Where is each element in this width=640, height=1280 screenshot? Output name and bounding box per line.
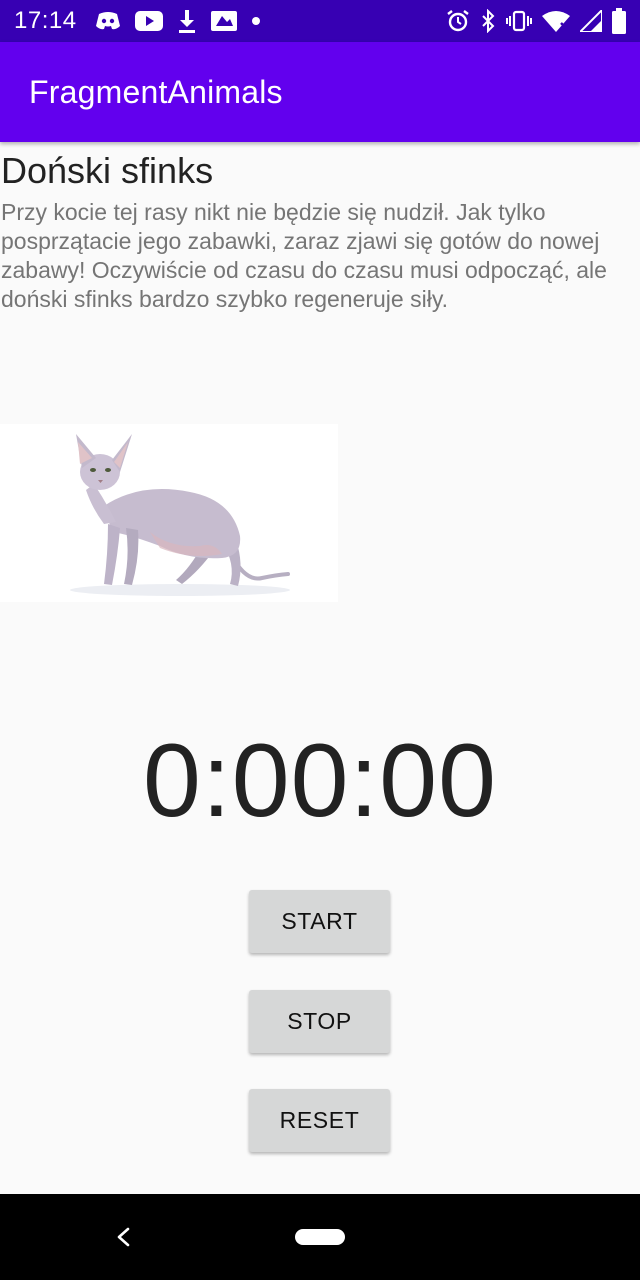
animal-name: Doński sfinks (1, 150, 214, 191)
app-title: FragmentAnimals (29, 73, 283, 110)
reset-button[interactable]: RESET (249, 1089, 390, 1152)
system-icons (446, 8, 626, 34)
signal-icon (580, 10, 602, 32)
dot-icon (251, 16, 261, 26)
battery-icon (612, 8, 626, 34)
wifi-icon (542, 10, 570, 32)
bluetooth-icon (480, 9, 496, 33)
stop-button[interactable]: STOP (249, 990, 390, 1053)
status-bar: 17:14 (0, 0, 640, 42)
app-screen: 17:14 FragmentAnimals Doński sfinks Przy… (0, 0, 640, 1280)
hairless-cat-illustration (0, 424, 338, 602)
youtube-icon (134, 11, 163, 31)
alarm-icon (446, 9, 470, 33)
download-icon (177, 9, 197, 33)
navigation-bar (0, 1194, 640, 1280)
status-time: 17:14 (14, 7, 77, 34)
animal-image (0, 424, 338, 602)
notification-icons (95, 9, 261, 33)
start-button[interactable]: START (249, 890, 390, 953)
vibrate-icon (506, 10, 532, 32)
back-icon[interactable] (108, 1220, 138, 1254)
news-icon (210, 10, 237, 32)
stopwatch-display: 0:00:00 (143, 723, 497, 839)
animal-description: Przy kocie tej rasy nikt nie będzie się … (1, 199, 607, 312)
home-pill-icon[interactable] (295, 1229, 345, 1245)
app-bar: FragmentAnimals (0, 42, 640, 142)
discord-icon (95, 11, 121, 31)
